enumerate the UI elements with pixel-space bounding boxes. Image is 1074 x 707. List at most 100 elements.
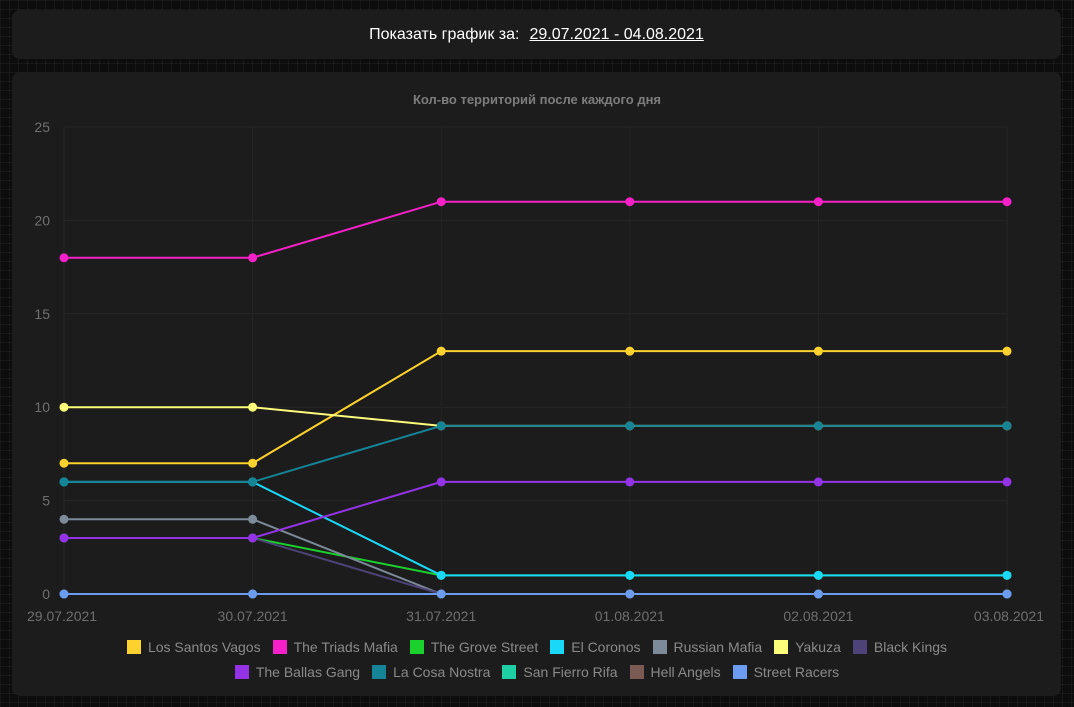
data-point[interactable] (59, 253, 69, 263)
data-point[interactable] (1002, 477, 1012, 487)
data-point[interactable] (1002, 346, 1012, 356)
series-line (64, 406, 1007, 427)
legend-swatch (234, 665, 249, 679)
legend-label: Black Kings (873, 639, 948, 655)
data-point[interactable] (248, 253, 258, 263)
data-point[interactable] (1002, 421, 1012, 431)
data-point[interactable] (1002, 570, 1012, 580)
data-point[interactable] (813, 570, 823, 580)
data-point[interactable] (1002, 197, 1012, 207)
legend-item[interactable]: Black Kings (852, 639, 948, 655)
legend-label: The Triads Mafia (293, 639, 398, 655)
legend-swatch (372, 665, 387, 679)
x-axis: 29.07.2021 30.07.2021 31.07.2021 01.08.2021… (27, 608, 1044, 624)
x-tick-label: 29.07.2021 (27, 608, 97, 624)
legend-row: Los Santos Vagos The Triads Mafia The Grov… (126, 639, 948, 655)
y-axis: 0 5 10 15 20 25 (34, 119, 50, 602)
data-point[interactable] (59, 477, 69, 487)
chart-grid (63, 126, 1008, 595)
legend-swatch (550, 640, 565, 654)
legend-item[interactable]: The Triads Mafia (272, 639, 398, 655)
legend-swatch (774, 640, 789, 654)
legend-swatch (272, 640, 287, 654)
x-tick-label: 31.07.2021 (406, 608, 476, 624)
chart-title: Кол-во территорий после каждого дня (413, 92, 661, 107)
legend-item[interactable]: Russian Mafia (652, 639, 763, 655)
data-point[interactable] (59, 514, 69, 524)
legend-item[interactable]: La Cosa Nostra (372, 664, 490, 680)
series-line (64, 200, 1007, 259)
data-point[interactable] (436, 346, 446, 356)
y-tick-label: 5 (42, 493, 50, 509)
data-point[interactable] (625, 589, 635, 599)
data-point[interactable] (1002, 589, 1012, 599)
legend-row: The Ballas Gang La Cosa Nostra San Fierro … (234, 664, 840, 680)
y-tick-label: 0 (42, 586, 50, 602)
series-line (64, 424, 1007, 483)
legend-label: Yakuza (795, 639, 841, 655)
legend-label: Russian Mafia (673, 639, 763, 655)
legend-swatch (126, 640, 141, 654)
series-line (64, 518, 1007, 595)
legend-item[interactable]: El Coronos (550, 639, 641, 655)
legend-item[interactable]: San Fierro Rifa (502, 664, 618, 680)
y-tick-label: 15 (34, 306, 50, 322)
legend-item[interactable]: Hell Angels (629, 664, 721, 680)
legend-item[interactable]: Los Santos Vagos (126, 639, 261, 655)
data-point[interactable] (436, 570, 446, 580)
data-point[interactable] (813, 477, 823, 487)
territory-line-chart: Кол-во территорий после каждого дня 0 5 10… (27, 92, 1044, 624)
data-point[interactable] (248, 402, 258, 412)
data-point[interactable] (625, 570, 635, 580)
y-tick-label: 25 (34, 119, 50, 135)
data-point[interactable] (248, 589, 258, 599)
legend-label: The Ballas Gang (255, 664, 361, 680)
legend-item[interactable]: The Ballas Gang (234, 664, 361, 680)
data-point[interactable] (813, 197, 823, 207)
legend-label: El Coronos (571, 639, 641, 655)
data-point[interactable] (625, 421, 635, 431)
data-point[interactable] (625, 477, 635, 487)
data-point[interactable] (625, 197, 635, 207)
data-point[interactable] (436, 421, 446, 431)
legend-label: Los Santos Vagos (147, 639, 261, 655)
legend-label: San Fierro Rifa (523, 664, 618, 680)
data-point[interactable] (436, 589, 446, 599)
y-tick-label: 20 (34, 212, 50, 228)
legend-swatch (629, 665, 644, 679)
data-point[interactable] (248, 533, 258, 543)
data-point[interactable] (59, 533, 69, 543)
data-point[interactable] (625, 346, 635, 356)
legend-label: Street Racers (753, 664, 840, 680)
legend-swatch (852, 640, 867, 654)
data-point[interactable] (813, 589, 823, 599)
legend-label: La Cosa Nostra (393, 664, 491, 680)
data-point[interactable] (59, 402, 69, 412)
legend-item[interactable]: The Grove Street (409, 639, 539, 655)
data-point[interactable] (436, 197, 446, 207)
legend-item[interactable]: Street Racers (732, 664, 840, 680)
legend-label: The Grove Street (430, 639, 539, 655)
series-lines (64, 200, 1007, 595)
series-line (64, 536, 1007, 595)
x-tick-label: 01.08.2021 (595, 608, 665, 624)
series-line (64, 536, 1007, 577)
data-point[interactable] (813, 346, 823, 356)
x-tick-label: 03.08.2021 (974, 608, 1044, 624)
data-point[interactable] (813, 421, 823, 431)
data-point[interactable] (248, 458, 258, 468)
legend-swatch (409, 640, 424, 654)
data-point[interactable] (436, 477, 446, 487)
legend-item[interactable]: Yakuza (774, 639, 841, 655)
data-point[interactable] (59, 458, 69, 468)
legend-swatch (502, 665, 517, 679)
data-point[interactable] (59, 589, 69, 599)
data-point[interactable] (248, 477, 258, 487)
x-tick-label: 30.07.2021 (218, 608, 288, 624)
data-point[interactable] (248, 514, 258, 524)
chart-legend: Los Santos Vagos The Triads Mafia The Grov… (0, 639, 1074, 680)
series-line (64, 480, 1007, 539)
x-tick-label: 02.08.2021 (783, 608, 853, 624)
y-tick-label: 10 (34, 399, 50, 415)
series-line (64, 480, 1007, 577)
